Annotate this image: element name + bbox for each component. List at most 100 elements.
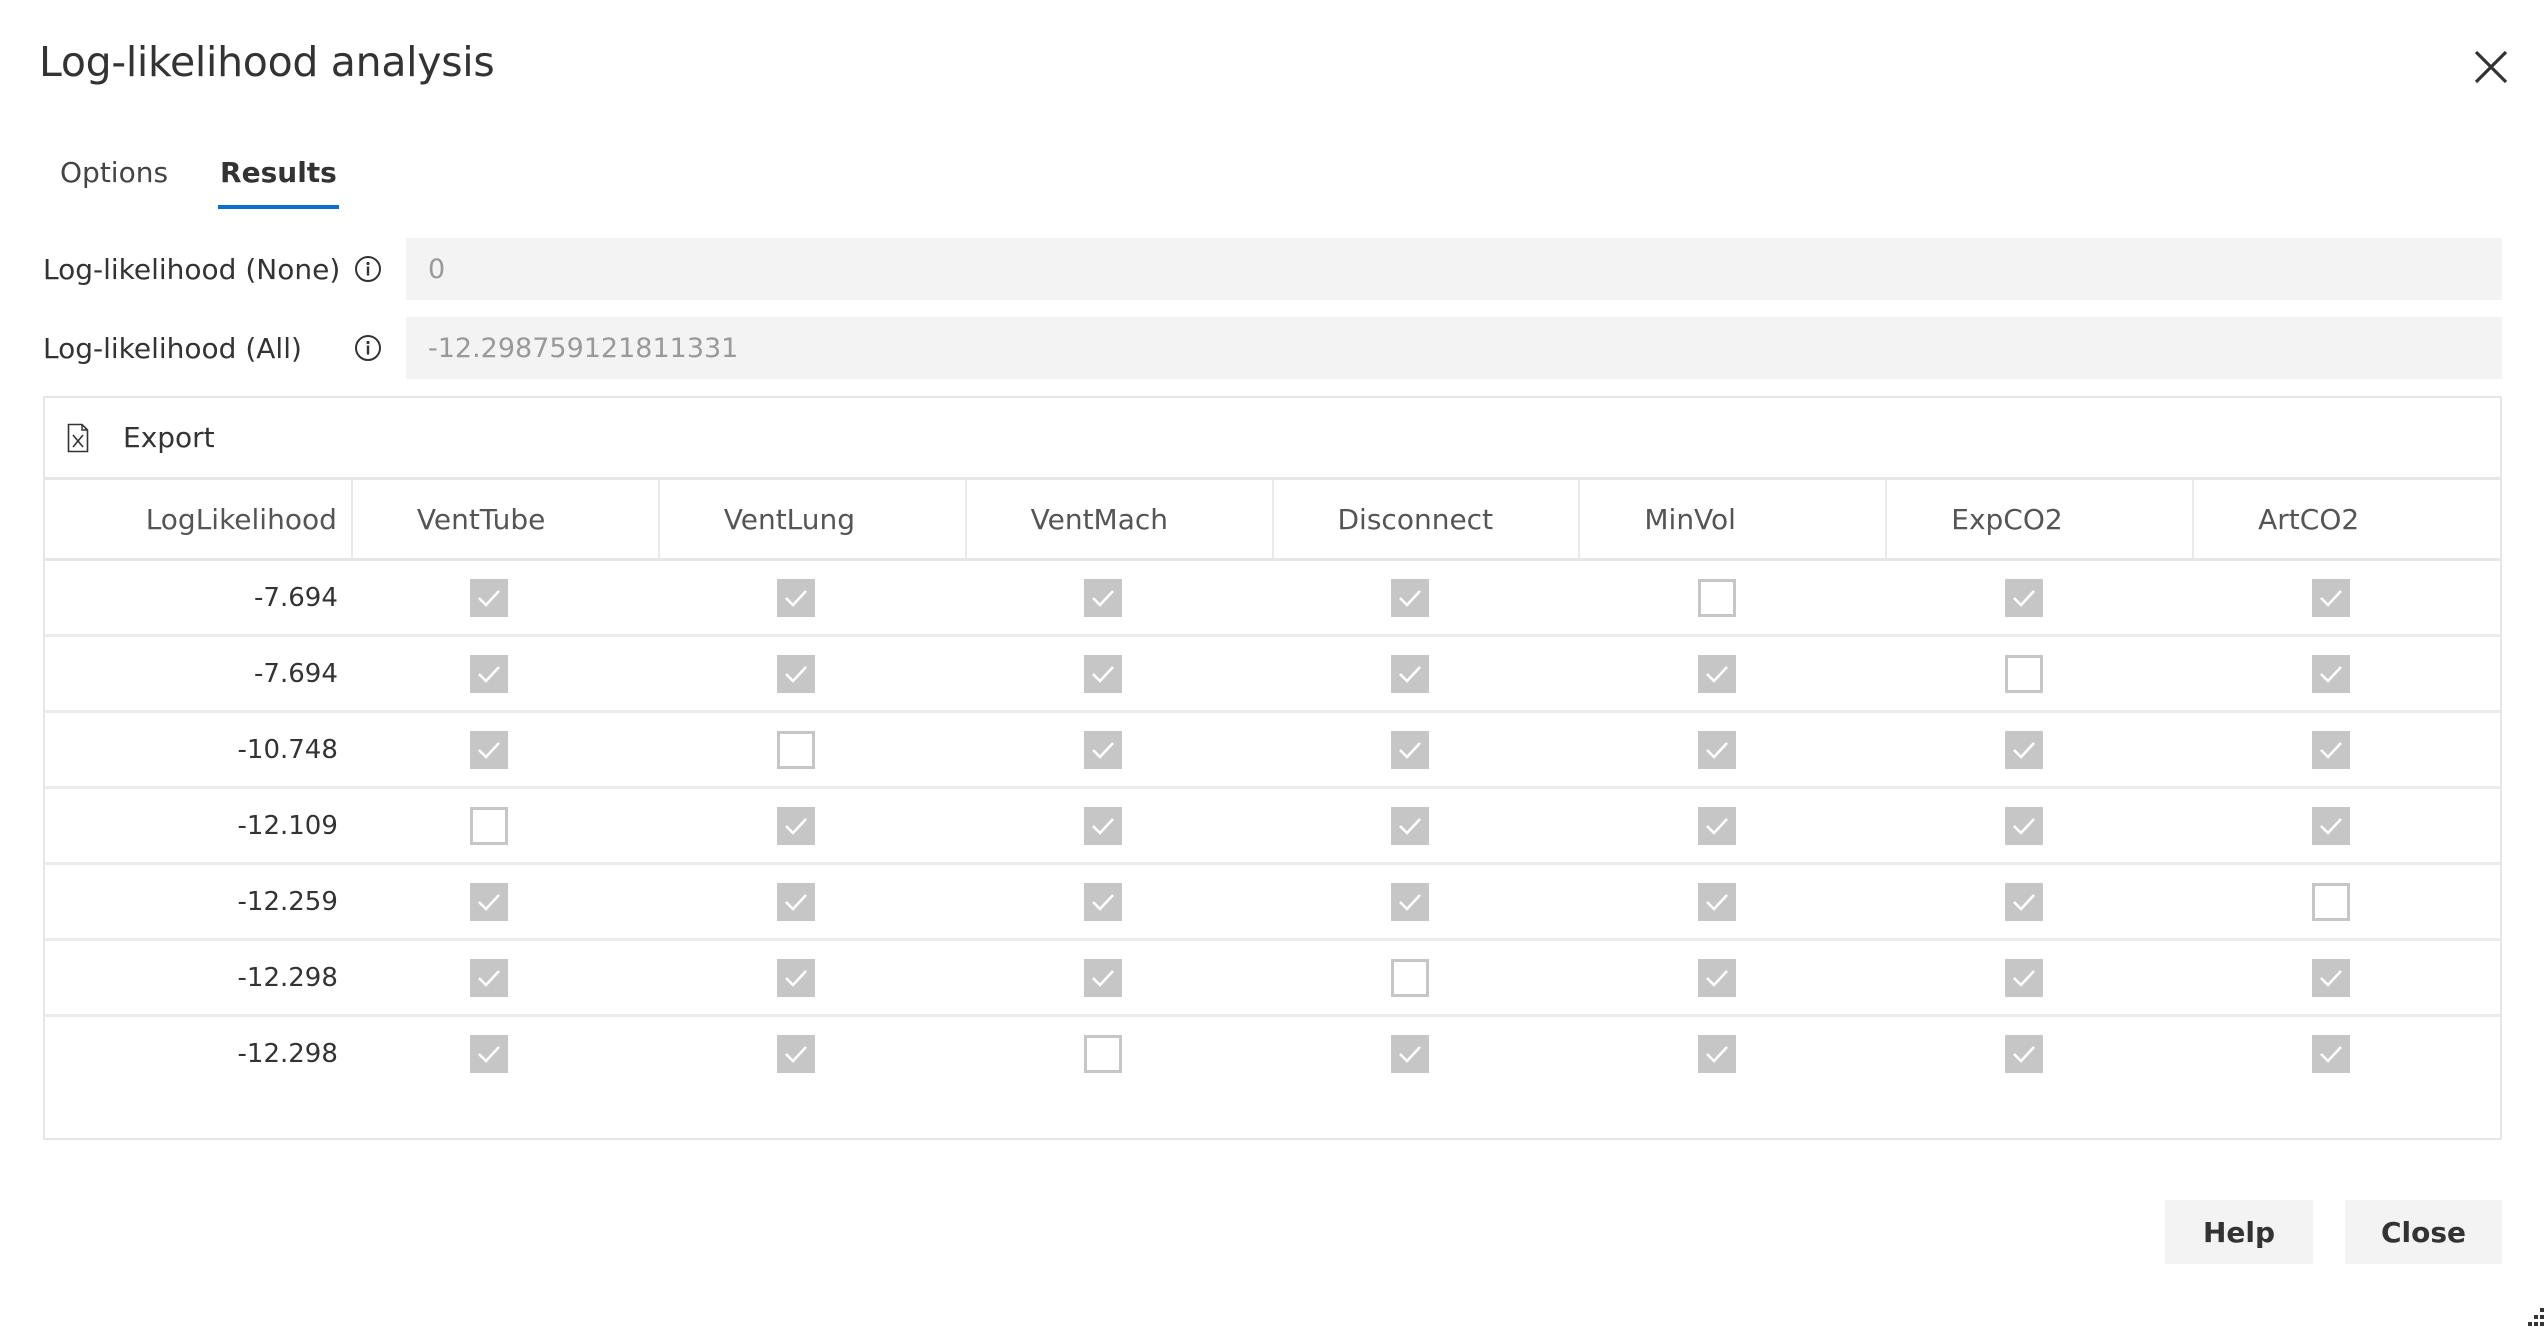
close-button[interactable]: Close bbox=[2345, 1200, 2502, 1264]
checkbox-checked[interactable] bbox=[777, 882, 816, 921]
checkmark-icon bbox=[1092, 969, 1115, 987]
checkbox-checked[interactable] bbox=[470, 958, 509, 997]
checkbox-cell bbox=[658, 635, 966, 713]
checkbox-checked[interactable] bbox=[1390, 882, 1429, 921]
checkbox-cell bbox=[1886, 863, 2194, 941]
checkbox-checked[interactable] bbox=[777, 654, 816, 693]
checkbox-cell bbox=[965, 863, 1273, 941]
column-header-ventmach[interactable]: VentMach bbox=[965, 480, 1274, 561]
checkbox-checked[interactable] bbox=[1390, 578, 1429, 617]
info-icon[interactable] bbox=[353, 254, 383, 284]
checkbox-checked[interactable] bbox=[2311, 654, 2350, 693]
checkbox-checked[interactable] bbox=[1697, 1034, 1736, 1073]
loglik-none-field[interactable]: 0 bbox=[406, 238, 2502, 300]
column-header-expco2[interactable]: ExpCO2 bbox=[1886, 480, 2195, 561]
checkbox-checked[interactable] bbox=[1390, 1034, 1429, 1073]
checkbox-checked[interactable] bbox=[1084, 806, 1123, 845]
checkbox-cell bbox=[2193, 1016, 2500, 1091]
checkbox-checked[interactable] bbox=[470, 730, 509, 769]
tab-results[interactable]: Results bbox=[218, 156, 339, 209]
checkbox-checked[interactable] bbox=[2004, 578, 2043, 617]
checkbox-checked[interactable] bbox=[470, 654, 509, 693]
checkmark-icon bbox=[1705, 665, 1728, 683]
tab-options[interactable]: Options bbox=[60, 156, 168, 203]
table-row: -12.298 bbox=[45, 1016, 2500, 1091]
checkbox-checked[interactable] bbox=[2311, 1034, 2350, 1073]
checkbox-cell bbox=[658, 787, 966, 865]
checkbox-unchecked[interactable] bbox=[1390, 958, 1429, 997]
checkbox-cell bbox=[658, 559, 966, 637]
checkbox-checked[interactable] bbox=[2004, 882, 2043, 921]
column-header-ventlung[interactable]: VentLung bbox=[658, 480, 967, 561]
export-button[interactable]: Export bbox=[45, 421, 215, 454]
checkbox-cell bbox=[965, 635, 1273, 713]
checkbox-cell bbox=[352, 1016, 659, 1091]
checkbox-checked[interactable] bbox=[1084, 882, 1123, 921]
checkbox-checked[interactable] bbox=[1084, 654, 1123, 693]
checkbox-cell bbox=[1579, 1016, 1886, 1091]
checkmark-icon bbox=[2012, 589, 2035, 607]
resize-grip-icon[interactable] bbox=[2526, 1304, 2546, 1328]
loglik-all-field[interactable]: -12.298759121811331 bbox=[406, 317, 2502, 379]
checkmark-icon bbox=[1399, 741, 1421, 759]
checkbox-cell bbox=[2193, 559, 2500, 637]
checkbox-checked[interactable] bbox=[1697, 882, 1736, 921]
checkbox-checked[interactable] bbox=[470, 1034, 509, 1073]
loglikelihood-cell: -12.298 bbox=[237, 1038, 338, 1069]
checkbox-checked[interactable] bbox=[2311, 730, 2350, 769]
checkbox-checked[interactable] bbox=[2311, 578, 2350, 617]
checkbox-unchecked[interactable] bbox=[777, 730, 816, 769]
checkbox-checked[interactable] bbox=[1390, 806, 1429, 845]
info-icon[interactable] bbox=[353, 333, 383, 363]
checkbox-checked[interactable] bbox=[1697, 958, 1736, 997]
checkbox-cell bbox=[1886, 939, 2194, 1017]
checkbox-checked[interactable] bbox=[1390, 654, 1429, 693]
column-header-minvol[interactable]: MinVol bbox=[1579, 480, 1888, 561]
checkbox-unchecked[interactable] bbox=[1697, 578, 1736, 617]
checkbox-checked[interactable] bbox=[1697, 730, 1736, 769]
checkbox-cell bbox=[351, 711, 659, 789]
checkbox-checked[interactable] bbox=[777, 958, 816, 997]
checkbox-checked[interactable] bbox=[1390, 730, 1429, 769]
checkbox-cell bbox=[1579, 939, 1887, 1017]
checkmark-icon bbox=[2319, 969, 2342, 987]
checkbox-checked[interactable] bbox=[1697, 654, 1736, 693]
checkbox-unchecked[interactable] bbox=[470, 806, 509, 845]
checkbox-cell bbox=[965, 787, 1273, 865]
checkbox-checked[interactable] bbox=[777, 578, 816, 617]
checkbox-checked[interactable] bbox=[470, 882, 509, 921]
checkbox-checked[interactable] bbox=[470, 578, 509, 617]
checkbox-unchecked[interactable] bbox=[2311, 882, 2350, 921]
checkbox-cell bbox=[1886, 787, 2194, 865]
checkbox-cell bbox=[2193, 939, 2500, 1017]
column-header-artco2[interactable]: ArtCO2 bbox=[2193, 480, 2500, 561]
column-header-loglikelihood[interactable]: LogLikelihood bbox=[45, 480, 353, 561]
checkbox-cell bbox=[1272, 863, 1580, 941]
checkbox-cell bbox=[1886, 559, 2194, 637]
checkbox-checked[interactable] bbox=[1084, 730, 1123, 769]
checkbox-cell bbox=[966, 1016, 1273, 1091]
checkbox-checked[interactable] bbox=[2004, 730, 2043, 769]
column-header-venttube[interactable]: VentTube bbox=[351, 480, 660, 561]
excel-file-icon bbox=[67, 423, 89, 452]
column-header-disconnect[interactable]: Disconnect bbox=[1272, 480, 1581, 561]
checkbox-checked[interactable] bbox=[1697, 806, 1736, 845]
checkbox-unchecked[interactable] bbox=[1084, 1034, 1123, 1073]
checkbox-unchecked[interactable] bbox=[2004, 654, 2043, 693]
checkmark-icon bbox=[785, 893, 808, 911]
checkbox-checked[interactable] bbox=[2004, 1034, 2043, 1073]
checkbox-cell bbox=[965, 939, 1273, 1017]
checkbox-checked[interactable] bbox=[1084, 578, 1123, 617]
checkbox-checked[interactable] bbox=[2311, 806, 2350, 845]
checkbox-cell bbox=[1272, 635, 1580, 713]
checkbox-cell bbox=[658, 939, 966, 1017]
checkbox-checked[interactable] bbox=[777, 806, 816, 845]
help-button[interactable]: Help bbox=[2165, 1200, 2313, 1264]
checkbox-checked[interactable] bbox=[777, 1034, 816, 1073]
close-icon[interactable] bbox=[2472, 48, 2510, 86]
checkbox-checked[interactable] bbox=[2311, 958, 2350, 997]
checkbox-checked[interactable] bbox=[1084, 958, 1123, 997]
checkbox-cell bbox=[1886, 711, 2194, 789]
checkbox-checked[interactable] bbox=[2004, 806, 2043, 845]
checkbox-checked[interactable] bbox=[2004, 958, 2043, 997]
